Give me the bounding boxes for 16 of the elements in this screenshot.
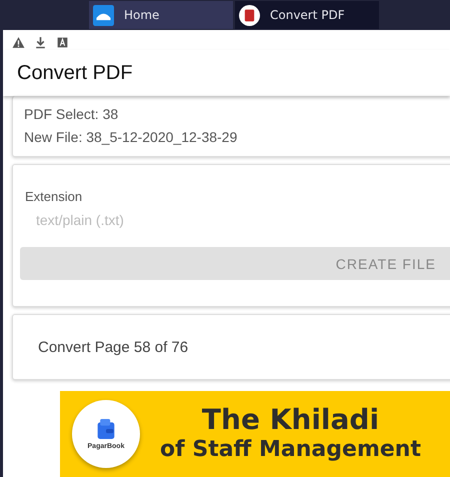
page-title: Convert PDF (17, 62, 133, 84)
app-logo-icon (239, 4, 260, 26)
progress-text: Convert Page 58 of 76 (38, 338, 188, 356)
window-tab[interactable]: Convert PDF (235, 1, 379, 29)
extension-field[interactable]: text/plain (.txt) (20, 204, 336, 228)
ad-subline: of Staff Management (160, 436, 421, 464)
window-tab[interactable]: Home (89, 1, 233, 29)
ad-headline: The Khiladi (202, 404, 380, 436)
info-text: New File: 38_5-12-2020_12-38-29 (24, 128, 238, 147)
wallet-icon (96, 418, 116, 440)
home-icon (93, 4, 114, 26)
font-icon[interactable] (56, 36, 69, 49)
warning-icon[interactable] (12, 36, 25, 49)
download-icon[interactable] (34, 36, 47, 49)
info-text: PDF Select: 38 (24, 105, 120, 124)
field-label: Extension (24, 189, 84, 204)
